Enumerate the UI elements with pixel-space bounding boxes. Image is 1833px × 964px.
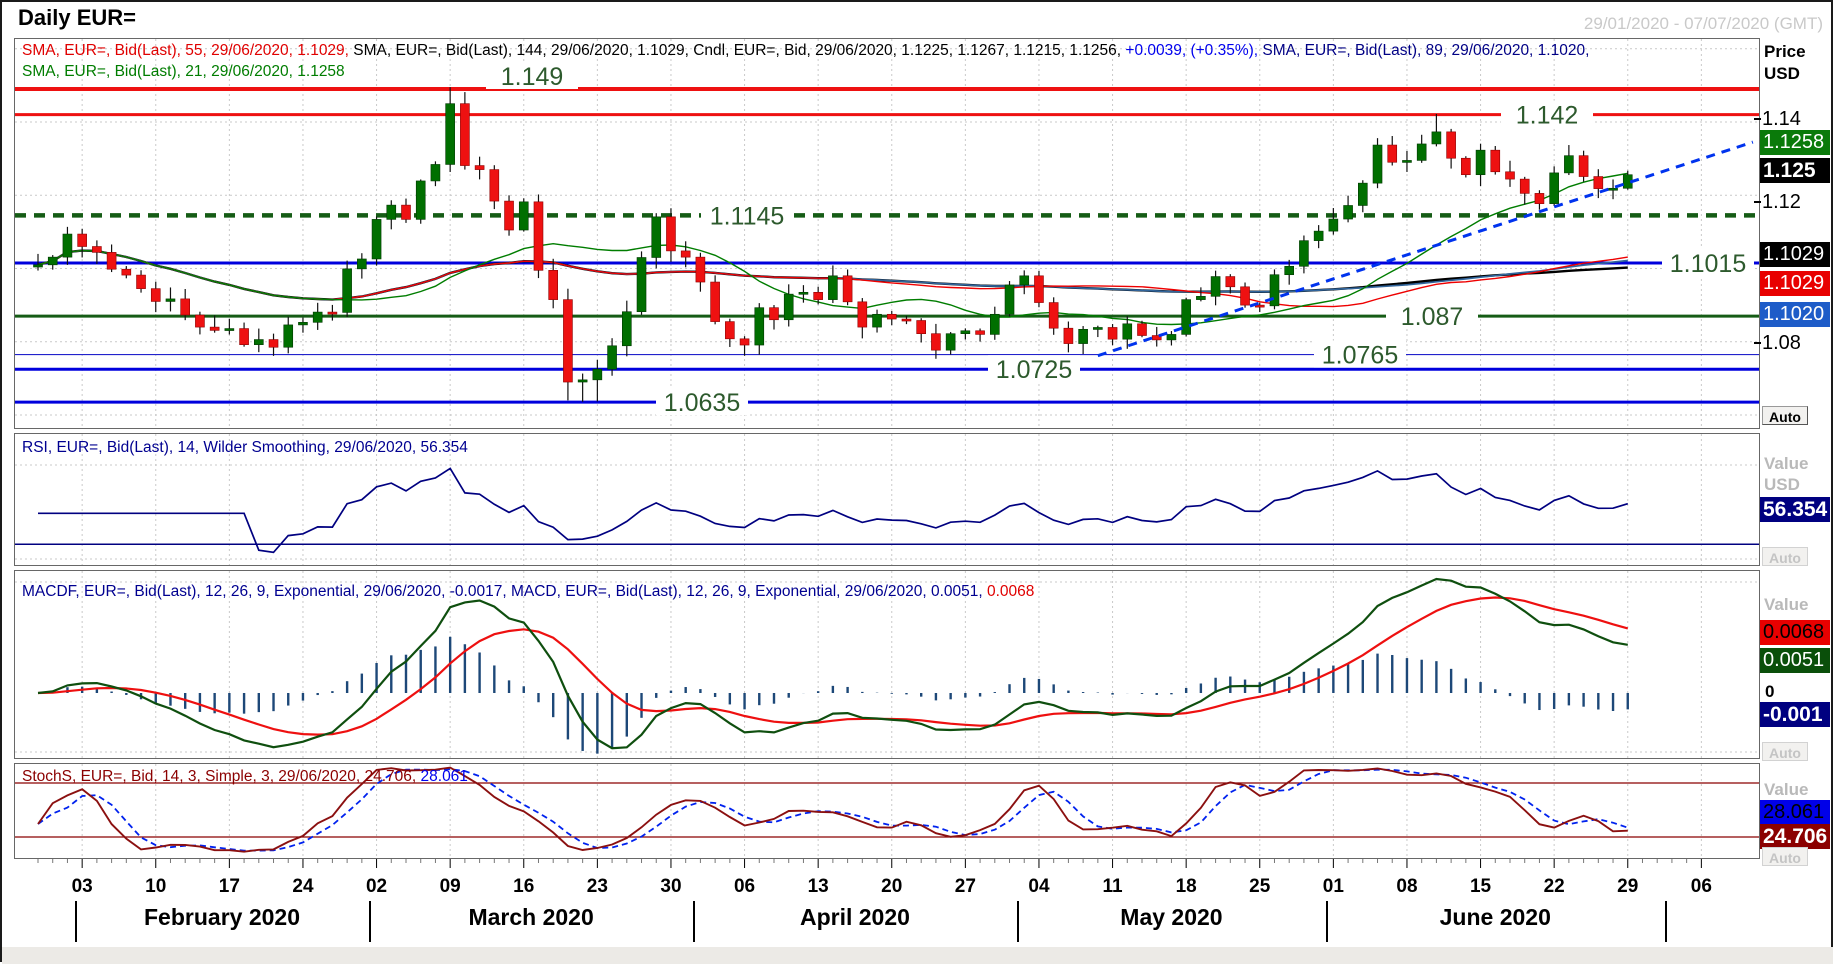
date-tick-label: 16 <box>502 876 546 898</box>
macd-histogram <box>38 637 1628 754</box>
legend-segment: SMA, EUR=, Bid(Last), 144, 29/06/2020, 1… <box>353 42 1125 59</box>
main-chart-plot[interactable]: 1.149 1.142 1.1145 1.1015 1.0871.0765 1.0725 1… <box>15 39 1759 428</box>
stoch-value-badge: 28.061 <box>1760 800 1830 825</box>
date-tick-label: 24 <box>281 876 325 898</box>
date-tick-label: 18 <box>1164 876 1208 898</box>
price-axis-currency: USD <box>1764 64 1800 84</box>
date-tick-label: 06 <box>1679 876 1723 898</box>
month-label: March 2020 <box>468 904 593 931</box>
price-axis-header: Price <box>1764 42 1806 62</box>
stoch-axis-header: Value <box>1764 780 1808 800</box>
month-label: May 2020 <box>1120 904 1222 931</box>
price-tick-mark <box>1754 342 1761 344</box>
legend-segment: 0.0068 <box>987 583 1034 600</box>
legend-segment: RSI, EUR=, Bid(Last), 14, Wilder Smoothi… <box>22 439 468 456</box>
level-price-label: 1.1145 <box>710 202 785 230</box>
rsi-axis-currency: USD <box>1764 475 1800 495</box>
date-tick-label: 23 <box>575 876 619 898</box>
month-separator <box>1017 901 1019 942</box>
chart-window: { "window": {"title": "Daily EUR=", "dat… <box>0 0 1833 962</box>
legend-segment: SMA, EUR=, Bid(Last), 21, 29/06/2020, 1.… <box>22 63 345 80</box>
date-tick-label: 27 <box>943 876 987 898</box>
price-tick-mark <box>1754 201 1761 203</box>
level-price-label: 1.142 <box>1516 102 1579 130</box>
date-tick-label: 22 <box>1532 876 1576 898</box>
macd-value-badge: 0.0068 <box>1760 620 1830 645</box>
window-bottom-strip <box>2 947 1833 964</box>
price-tick-label: 1.12 <box>1762 191 1801 214</box>
date-tick-label: 17 <box>207 876 251 898</box>
rsi-legend: RSI, EUR=, Bid(Last), 14, Wilder Smoothi… <box>22 439 468 457</box>
legend-segment: StochS, EUR=, Bid, 14, 3, Simple, 3, 29/… <box>22 768 421 785</box>
rsi-line <box>38 468 1628 552</box>
macd-zero-tick: 0 <box>1765 682 1774 702</box>
rsi-axis-header: Value <box>1764 454 1808 474</box>
legend-segment: SMA, EUR=, Bid(Last), 55, 29/06/2020, 1.… <box>22 42 353 59</box>
legend-segment: MACDF, EUR=, Bid(Last), 12, 26, 9, Expon… <box>22 583 987 600</box>
level-price-label: 1.149 <box>501 63 564 91</box>
price-tick-label: 1.08 <box>1762 332 1801 355</box>
date-tick-label: 29 <box>1606 876 1650 898</box>
main-auto-scale-button[interactable]: Auto <box>1762 406 1808 425</box>
level-price-label: 1.087 <box>1401 303 1464 331</box>
date-tick-label: 09 <box>428 876 472 898</box>
stochastic-legend: StochS, EUR=, Bid, 14, 3, Simple, 3, 29/… <box>22 768 468 786</box>
month-label: February 2020 <box>144 904 300 931</box>
level-price-label: 1.0635 <box>664 389 740 417</box>
date-tick-label: 06 <box>723 876 767 898</box>
date-tick-label: 03 <box>60 876 104 898</box>
price-badge: 1.1029 <box>1760 242 1830 267</box>
date-tick-label: 15 <box>1459 876 1503 898</box>
price-tick-mark <box>1754 118 1761 120</box>
stoch-auto-scale-button[interactable]: Auto <box>1762 847 1808 866</box>
rsi-value-badge: 56.354 <box>1760 497 1830 522</box>
date-range-label: 29/01/2020 - 07/07/2020 (GMT) <box>1584 14 1823 34</box>
date-tick-label: 04 <box>1017 876 1061 898</box>
date-tick-label: 13 <box>796 876 840 898</box>
date-tick-label: 01 <box>1311 876 1355 898</box>
macd-axis-header: Value <box>1764 595 1808 615</box>
price-badge: 1.125 <box>1760 158 1830 183</box>
month-label: April 2020 <box>800 904 910 931</box>
month-separator <box>1665 901 1667 942</box>
chart-title: Daily EUR= <box>18 5 136 31</box>
legend-segment: +0.0039, (+0.35%), <box>1125 42 1262 59</box>
month-separator <box>1326 901 1328 942</box>
main-legend-line1: SMA, EUR=, Bid(Last), 55, 29/06/2020, 1.… <box>22 42 1589 60</box>
price-badge: 1.1020 <box>1760 302 1830 327</box>
macd-legend: MACDF, EUR=, Bid(Last), 12, 26, 9, Expon… <box>22 583 1034 601</box>
level-price-label: 1.1015 <box>1670 250 1746 278</box>
level-price-label: 1.0765 <box>1322 342 1398 370</box>
main-legend-line2: SMA, EUR=, Bid(Last), 21, 29/06/2020, 1.… <box>22 63 345 81</box>
price-badge: 1.1029 <box>1760 271 1830 296</box>
rsi-auto-scale-button[interactable]: Auto <box>1762 547 1808 566</box>
price-tick-label: 1.14 <box>1762 108 1801 131</box>
stoch-value-badge: 24.706 <box>1760 824 1830 849</box>
month-separator <box>75 901 77 942</box>
macd-value-badge: -0.001 <box>1760 702 1830 727</box>
date-tick-label: 08 <box>1385 876 1429 898</box>
month-separator <box>369 901 371 942</box>
month-label: June 2020 <box>1440 904 1551 931</box>
macd-value-badge: 0.0051 <box>1760 648 1830 673</box>
legend-segment: SMA, EUR=, Bid(Last), 89, 29/06/2020, 1.… <box>1262 42 1589 59</box>
macd-auto-scale-button[interactable]: Auto <box>1762 742 1808 761</box>
month-separator <box>693 901 695 942</box>
time-axis-ticks <box>14 859 1760 873</box>
date-tick-label: 10 <box>134 876 178 898</box>
macd-line <box>38 579 1628 748</box>
date-tick-label: 02 <box>355 876 399 898</box>
level-price-label: 1.0725 <box>996 356 1072 384</box>
date-tick-label: 30 <box>649 876 693 898</box>
price-badge: 1.1258 <box>1760 130 1830 155</box>
legend-segment: 28.061 <box>421 768 468 785</box>
date-tick-label: 11 <box>1091 876 1135 898</box>
date-tick-label: 25 <box>1238 876 1282 898</box>
date-tick-label: 20 <box>870 876 914 898</box>
